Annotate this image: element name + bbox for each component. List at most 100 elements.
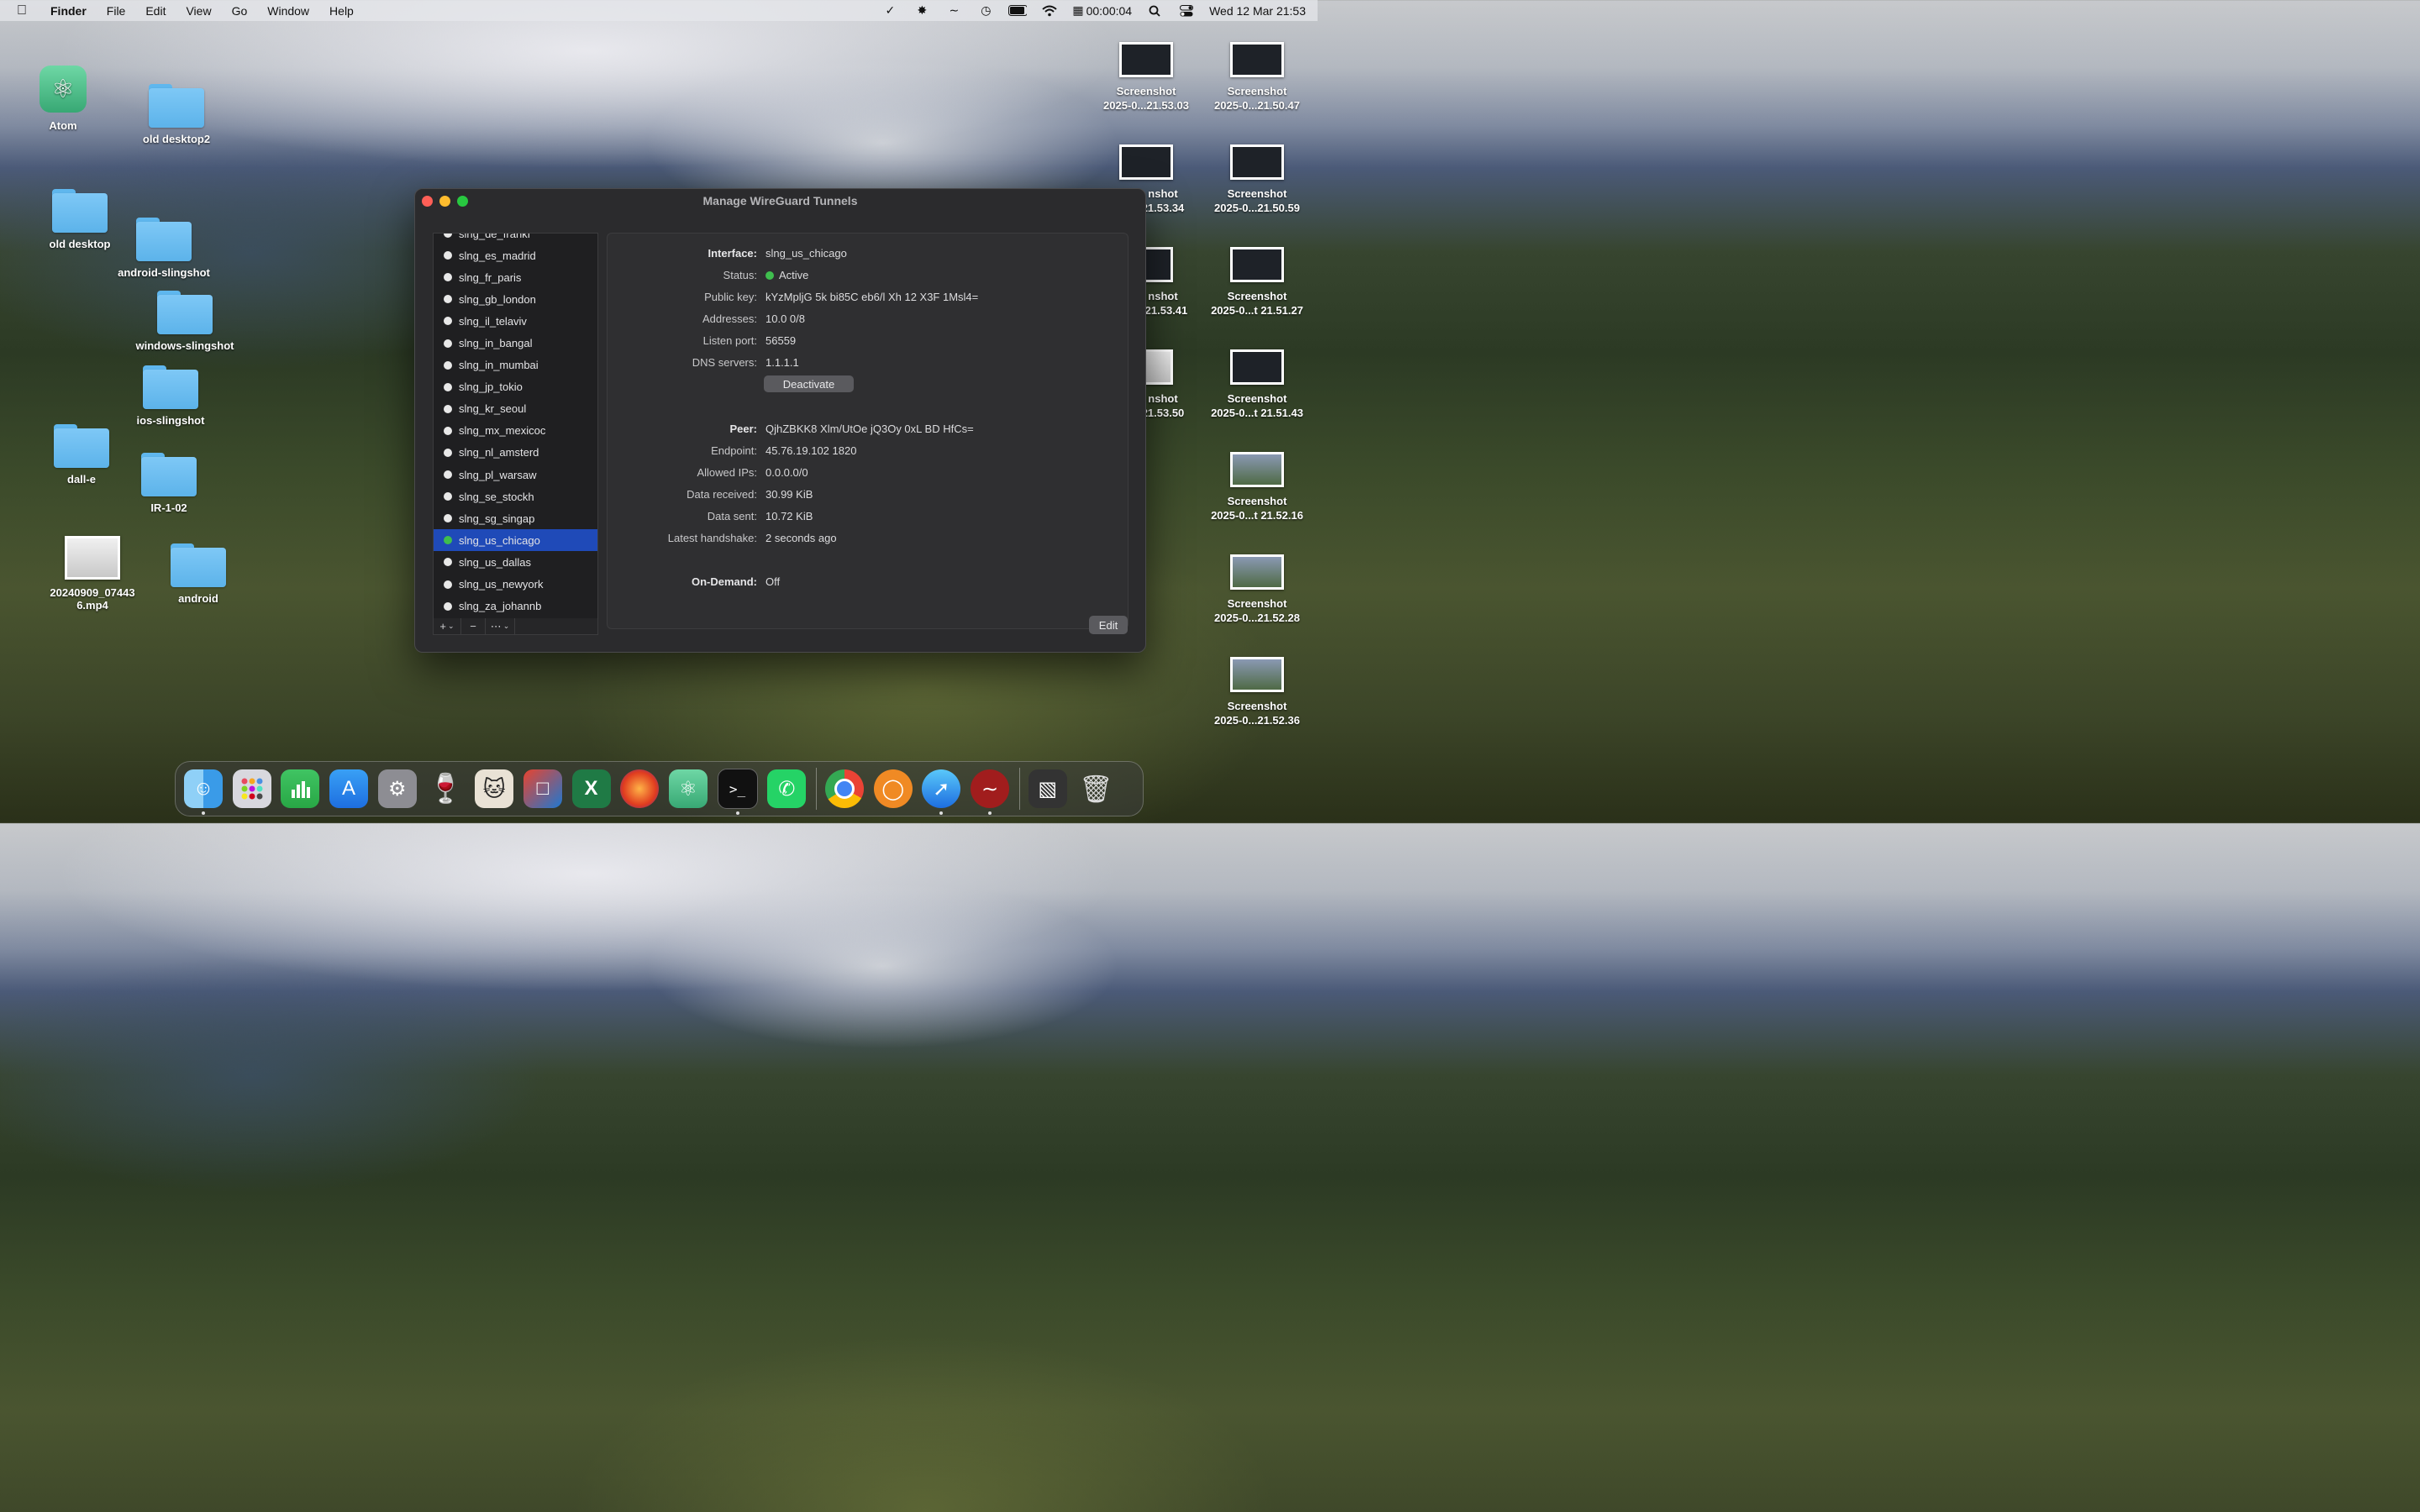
tunnel-item[interactable]: slng_de_frankf [434,234,597,244]
active-status-icon [765,270,774,280]
tunnel-item[interactable]: slng_in_bangal [434,332,597,354]
screenshot-thumbnail [1119,144,1173,180]
tunnel-item[interactable]: slng_sg_singap [434,507,597,529]
tunnel-item[interactable]: slng_nl_amsterd [434,442,597,464]
data-sent-row: Data sent: 10.72 KiB [707,509,813,522]
desktop-folder-android-slingshot[interactable]: android-slingshot [109,218,218,279]
tunnel-item[interactable]: slng_jp_tokio [434,376,597,398]
tunnel-item[interactable]: slng_fr_paris [434,266,597,288]
safari-icon[interactable]: ➚ [922,769,961,815]
zoom-button[interactable] [457,196,468,207]
status-dot-icon [444,558,452,567]
menu-go[interactable]: Go [232,4,248,18]
desktop-screenshot[interactable]: Screenshot 2025-0...t 21.51.43 [1202,349,1313,420]
status-dot-icon [444,470,452,480]
add-tunnel-button[interactable]: + ⌄ [434,618,461,634]
menu-help[interactable]: Help [329,4,354,18]
menu-finder[interactable]: Finder [50,4,87,18]
tunnel-item[interactable]: slng_es_madrid [434,244,597,266]
terminal-cat-icon[interactable]: 🐱 [475,769,514,808]
desktop-screenshot[interactable]: Screenshot 2025-0...21.52.28 [1202,554,1313,625]
status-dot-icon [444,536,452,545]
tunnel-item[interactable]: slng_pl_warsaw [434,464,597,486]
desktop-screenshot[interactable]: Screenshot 2025-0...21.53.03 [1091,42,1202,113]
wireguard-icon[interactable]: ∼ [944,3,963,18]
window-titlebar[interactable]: Manage WireGuard Tunnels [415,189,1145,213]
wireguard-icon[interactable]: ∼ [971,769,1009,815]
tunnel-item[interactable]: slng_in_mumbai [434,354,597,376]
menu-file[interactable]: File [107,4,126,18]
desktop-screenshot[interactable]: Screenshot 2025-0...t 21.52.16 [1202,452,1313,522]
time-machine-icon[interactable]: ◷ [976,3,995,18]
menu-bar:  Finder File Edit View Go Window Help ✓… [0,0,1318,21]
checkmark-circle-icon[interactable]: ✓ [881,3,899,18]
wine-icon[interactable]: 🍷 [426,769,465,808]
edit-button[interactable]: Edit [1089,616,1128,634]
minimize-button[interactable] [439,196,450,207]
addresses-row: Addresses: 10.0 0/8 [702,312,805,325]
tunnel-item[interactable]: slng_us_dallas [434,551,597,573]
excel-icon[interactable]: X [571,769,611,808]
desktop-folder-ir-1-02[interactable]: IR-1-02 [131,453,207,514]
screenshot-thumbnail [1230,657,1284,692]
battery-icon[interactable] [1008,4,1028,18]
finder-icon[interactable]: ☺ [184,769,223,815]
password-manager-icon[interactable]: ◯ [873,769,913,808]
atom-icon: ⚛ [39,66,87,113]
control-center-icon[interactable] [1177,4,1196,18]
menu-window[interactable]: Window [267,4,309,18]
numbers-icon[interactable] [281,769,320,808]
tunnel-item[interactable]: slng_za_johannb [434,596,597,617]
downloads-stack-icon[interactable]: ▧ [1028,769,1067,808]
bug-icon[interactable]: ✸ [913,3,931,18]
trash-icon[interactable]: 🗑 [1076,769,1115,808]
desktop-screenshot[interactable]: Screenshot 2025-0...21.50.59 [1202,144,1313,215]
desktop-item-atom[interactable]: ⚛ Atom [34,66,92,132]
tunnel-item[interactable]: slng_il_telaviv [434,310,597,332]
remote-desktop-icon[interactable]: □ [523,769,562,808]
desktop-video-file[interactable]: 20240909_07443 6.mp4 [38,536,147,612]
dns-servers-row: DNS servers: 1.1.1.1 [692,355,799,369]
desktop-folder-old-desktop2[interactable]: old desktop2 [134,84,218,145]
tunnel-item[interactable]: slng_mx_mexicoc [434,420,597,442]
menu-edit[interactable]: Edit [145,4,166,18]
status-dot-icon [444,404,452,413]
recording-timer[interactable]: ▦ 00:00:04 [1072,3,1132,18]
whatsapp-icon[interactable]: ✆ [767,769,807,808]
interface-row: Interface: slng_us_chicago [708,246,847,260]
close-button[interactable] [422,196,433,207]
firefox-icon[interactable] [620,769,660,808]
tunnel-item[interactable]: slng_se_stockh [434,486,597,507]
menu-view[interactable]: View [186,4,211,18]
remove-tunnel-button[interactable]: − [461,618,486,634]
desktop-screenshot[interactable]: Screenshot 2025-0...21.52.36 [1202,657,1313,727]
tunnel-item-selected[interactable]: slng_us_chicago [434,529,597,552]
status-dot-icon [444,448,452,457]
desktop-folder-ios-slingshot[interactable]: ios-slingshot [124,365,217,427]
chrome-icon[interactable] [824,769,864,808]
desktop-screenshot[interactable]: Screenshot 2025-0...t 21.51.27 [1202,247,1313,318]
folder-icon [171,543,226,587]
clock[interactable]: Wed 12 Mar 21:53 [1209,4,1306,18]
tunnel-item[interactable]: slng_us_newyork [434,574,597,596]
apple-icon[interactable]:  [17,3,35,18]
wifi-icon[interactable] [1040,4,1059,18]
search-icon[interactable] [1145,4,1164,18]
tunnel-list[interactable]: slng_de_frankf slng_es_madrid slng_fr_pa… [433,233,598,620]
desktop-screenshot[interactable]: Screenshot 2025-0...21.50.47 [1202,42,1313,113]
desktop-folder-android[interactable]: android [156,543,240,605]
app-store-icon[interactable]: A [329,769,369,808]
desktop-folder-dall-e[interactable]: dall-e [44,424,119,486]
chevron-down-icon: ⌄ [502,622,510,630]
action-menu-button[interactable]: ⋯ ⌄ [486,618,515,634]
launchpad-icon[interactable] [232,769,271,808]
status-dot-icon [444,360,452,370]
deactivate-button[interactable]: Deactivate [764,375,854,392]
desktop-folder-windows-slingshot[interactable]: windows-slingshot [126,291,244,352]
tunnel-item[interactable]: slng_kr_seoul [434,398,597,420]
tunnel-item[interactable]: slng_gb_london [434,288,597,310]
atom-icon[interactable]: ⚛ [668,769,708,808]
system-settings-icon[interactable]: ⚙ [377,769,417,808]
wireguard-window: Manage WireGuard Tunnels slng_de_frankf … [414,188,1146,653]
terminal-icon[interactable]: >_ [717,769,758,815]
